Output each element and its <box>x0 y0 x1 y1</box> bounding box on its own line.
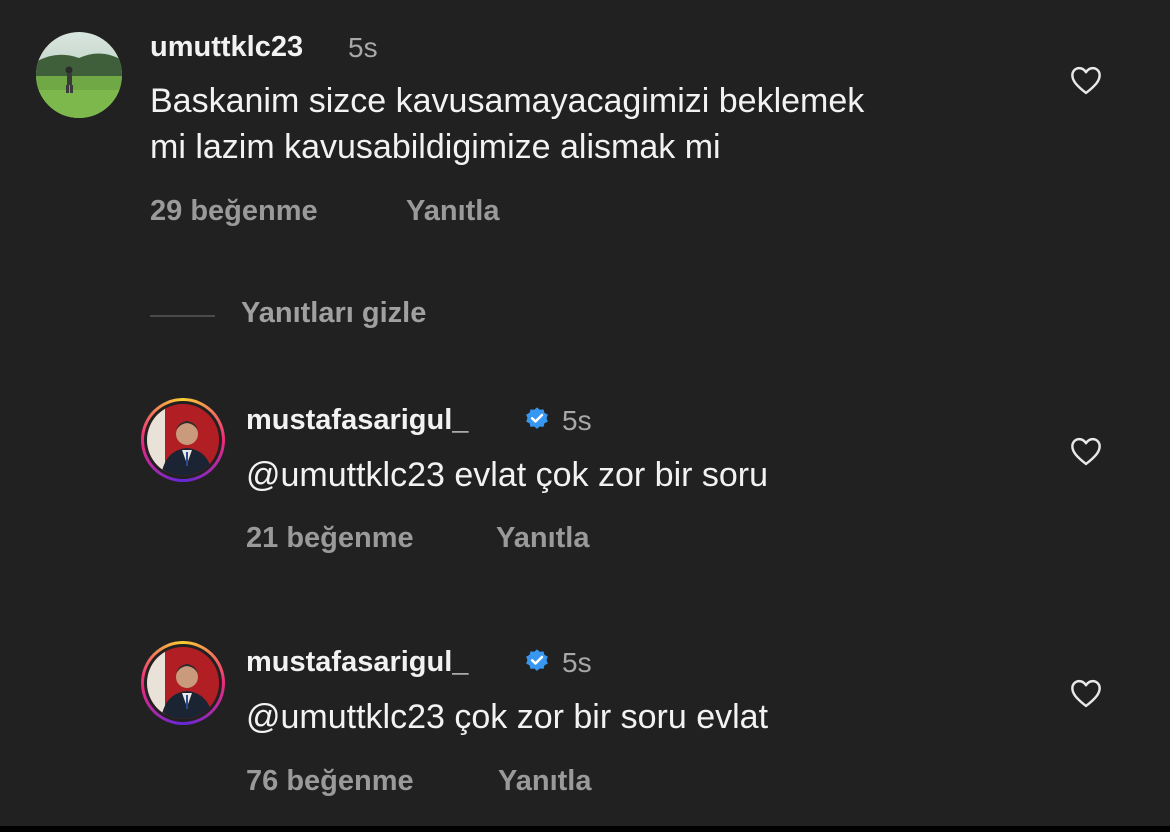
reply-text: @umuttklc23 evlat çok zor bir soru <box>246 456 769 494</box>
reply-button[interactable]: Yanıtla <box>498 765 592 798</box>
reply-button[interactable]: Yanıtla <box>496 522 590 555</box>
verified-badge-icon <box>526 649 548 671</box>
reply-username[interactable]: mustafasarigul_ <box>246 404 468 437</box>
reply-time: 5s <box>562 405 592 436</box>
avatar[interactable] <box>141 398 225 482</box>
verified-badge-icon <box>526 407 548 429</box>
comments-screen: umuttklc23 5s Baskanim sizce kavusamayac… <box>0 0 1170 832</box>
heart-outline-icon[interactable] <box>1069 65 1103 95</box>
like-count[interactable]: 21 beğenme <box>246 522 414 555</box>
bottom-edge <box>0 826 1170 832</box>
avatar[interactable] <box>36 32 122 118</box>
reply-username[interactable]: mustafasarigul_ <box>246 646 468 679</box>
heart-outline-icon[interactable] <box>1069 436 1103 466</box>
comment-text-line: Baskanim sizce kavusamayacagimizi beklem… <box>150 82 865 120</box>
comment-text: Baskanim sizce kavusamayacagimizi beklem… <box>150 78 864 170</box>
comment-text-line: mi lazim kavusabildigimize alismak mi <box>150 128 721 166</box>
hide-replies-button[interactable]: Yanıtları gizle <box>241 297 426 330</box>
avatar[interactable] <box>141 641 225 725</box>
comment-username[interactable]: umuttklc23 <box>150 31 303 64</box>
reply-text: @umuttklc23 çok zor bir soru evlat <box>246 698 769 736</box>
reply-button[interactable]: Yanıtla <box>406 195 500 228</box>
heart-outline-icon[interactable] <box>1069 678 1103 708</box>
avatar-image <box>144 644 222 722</box>
replies-divider <box>150 315 215 317</box>
reply-time: 5s <box>562 647 592 678</box>
like-count[interactable]: 29 beğenme <box>150 195 318 228</box>
like-count[interactable]: 76 beğenme <box>246 765 414 798</box>
avatar-image <box>36 32 122 118</box>
comment-time: 5s <box>348 32 378 63</box>
avatar-image <box>144 401 222 479</box>
